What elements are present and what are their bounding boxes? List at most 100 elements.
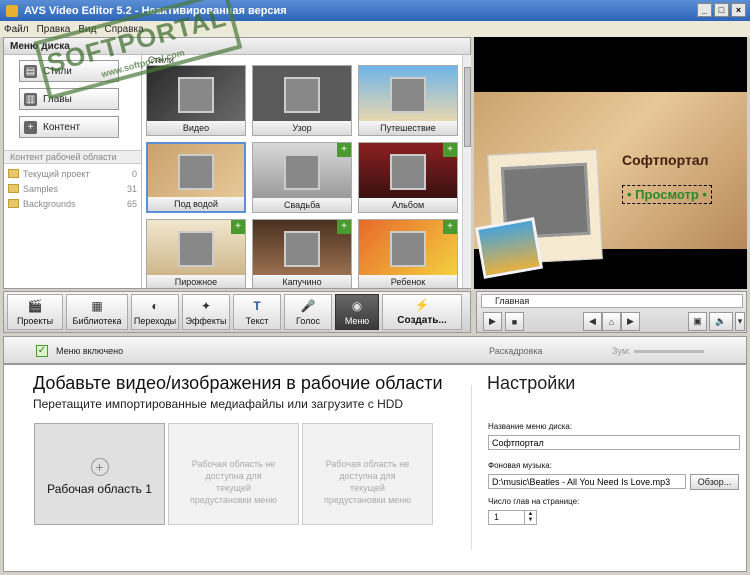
content-label: Контент [43,121,81,133]
theme-label: Альбом [359,198,457,212]
volume-dropdown-icon[interactable]: ▾ [735,312,745,331]
main-toolbar: 🎬 Проекты ▦ Библиотека ◐ Переходы ✦ Эффекты … [3,291,471,333]
plus-badge-icon: + [443,220,457,234]
camera-image [474,217,544,279]
menu-label: Меню [344,316,370,326]
preview-play-button[interactable]: • Просмотр • [622,185,712,204]
maximize-button[interactable]: □ [714,3,729,17]
slot-disabled-text: Рабочая область не доступна для текущей … [190,459,277,505]
theme-label: Свадьба [253,198,351,212]
theme-cappuccino[interactable]: + Капучино [252,219,352,288]
theme-label: Узор [253,121,351,135]
prev-button[interactable]: ◀ [583,312,602,331]
settings-title: Настройки [487,373,576,393]
folder-icon [8,184,19,193]
preview-panel: Софтпортал • Просмотр • [474,37,747,289]
library-button[interactable]: ▦ Библиотека [66,294,128,330]
effects-button[interactable]: ✦ Эффекты [182,294,230,330]
play-button[interactable]: ▶ [483,312,502,331]
stepper-arrows-icon[interactable]: ▲ ▼ [524,511,536,524]
disk-name-input[interactable] [488,435,740,450]
zoom-label: Зум: [612,346,631,356]
text-button[interactable]: T Текст [233,294,281,330]
volume-icon[interactable]: 🔈 [709,312,733,331]
menu-file[interactable]: Файл [4,24,29,35]
chapters-count-stepper[interactable]: 1 ▲ ▼ [488,510,537,525]
create-button[interactable]: ⚡ Создать... [382,294,462,330]
add-icon: + [90,458,109,476]
folder-list: Текущий проект 0 Samples 31 Backgrounds 65 [4,166,141,211]
home-button[interactable]: ⌂ [602,312,621,331]
minimize-button[interactable]: _ [697,3,712,17]
browse-button[interactable]: Обзор... [690,474,739,490]
folder-name: Samples [23,183,59,194]
theme-travel[interactable]: Путешествие [358,65,458,136]
folder-count: 31 [126,183,137,194]
photo-placeholder-icon [390,153,426,190]
folder-current-project[interactable]: Текущий проект 0 [4,166,141,181]
photo-placeholder-icon [284,230,320,267]
plus-badge-icon: + [337,220,351,234]
workarea-slot-1[interactable]: + Рабочая область 1 [34,423,165,525]
plus-icon: + [24,120,37,134]
player-controls: Главная ▶ ■ ◀ ⌂ ▶ ▣ 🔈 ▾ [476,291,747,333]
transitions-label: Переходы [133,316,177,326]
voice-label: Голос [296,316,320,326]
storyboard-label[interactable]: Раскадровка [489,346,543,356]
theme-underwater[interactable]: Под водой [146,142,246,213]
monitor-icon[interactable]: ▣ [688,312,707,331]
player-tab-main[interactable]: Главная [481,294,743,308]
folder-samples[interactable]: Samples 31 [4,181,141,196]
title-bar: AVS Video Editor 5.2 - Неактивированная … [0,0,750,21]
projects-button[interactable]: 🎬 Проекты [7,294,63,330]
plus-badge-icon: + [443,143,457,157]
effects-icon: ✦ [200,299,212,313]
theme-video[interactable]: Видео [146,65,246,136]
photo-placeholder-icon [390,76,426,113]
menu-enabled-label: Меню включено [56,346,124,356]
work-area: Добавьте видео/изображения в рабочие обл… [3,364,747,572]
theme-album[interactable]: + Альбом [358,142,458,213]
plus-badge-icon: + [337,143,351,157]
theme-wedding[interactable]: + Свадьба [252,142,352,213]
menu-button[interactable]: ◉ Меню [335,294,379,330]
divider [471,385,472,550]
scrollbar-thumb[interactable] [464,67,471,147]
next-button[interactable]: ▶ [621,312,640,331]
microphone-icon: 🎤 [300,299,316,313]
photo-placeholder-icon [178,230,214,267]
voice-button[interactable]: 🎤 Голос [284,294,332,330]
folder-count: 65 [126,198,137,209]
folder-icon [8,169,19,178]
theme-label: Пирожное [147,275,245,288]
photo-placeholder-icon [178,153,214,190]
theme-label: Путешествие [359,121,457,135]
workarea-title: Добавьте видео/изображения в рабочие обл… [33,373,443,393]
music-label: Фоновая музыка: [488,461,552,470]
theme-label: Ребенок [359,275,457,288]
folder-name: Backgrounds [23,198,76,209]
workarea-slot-3: Рабочая область не доступна для текущей … [302,423,433,525]
content-button[interactable]: + Контент [19,116,119,138]
chapters-icon: ▥ [24,92,37,106]
theme-label: Под водой [148,197,244,211]
photo-placeholder-icon [284,76,320,113]
close-button[interactable]: × [731,3,746,17]
slot-disabled-text: Рабочая область не доступна для текущей … [324,459,411,505]
library-label: Библиотека [72,316,122,326]
preview-scene [474,92,747,279]
transitions-button[interactable]: ◐ Переходы [131,294,179,330]
folder-icon: ▤ [24,64,37,78]
themes-scrollbar[interactable] [462,55,471,288]
menu-enabled-checkbox[interactable]: ✓ [36,345,48,357]
plus-badge-icon: + [231,220,245,234]
folder-backgrounds[interactable]: Backgrounds 65 [4,196,141,211]
folder-count: 0 [131,168,137,179]
disk-name-label: Название меню диска: [488,422,573,431]
theme-child[interactable]: + Ребенок [358,219,458,288]
zoom-slider[interactable] [634,350,704,353]
music-input[interactable] [488,474,686,489]
theme-cake[interactable]: + Пирожное [146,219,246,288]
stop-button[interactable]: ■ [505,312,524,331]
theme-pattern[interactable]: Узор [252,65,352,136]
